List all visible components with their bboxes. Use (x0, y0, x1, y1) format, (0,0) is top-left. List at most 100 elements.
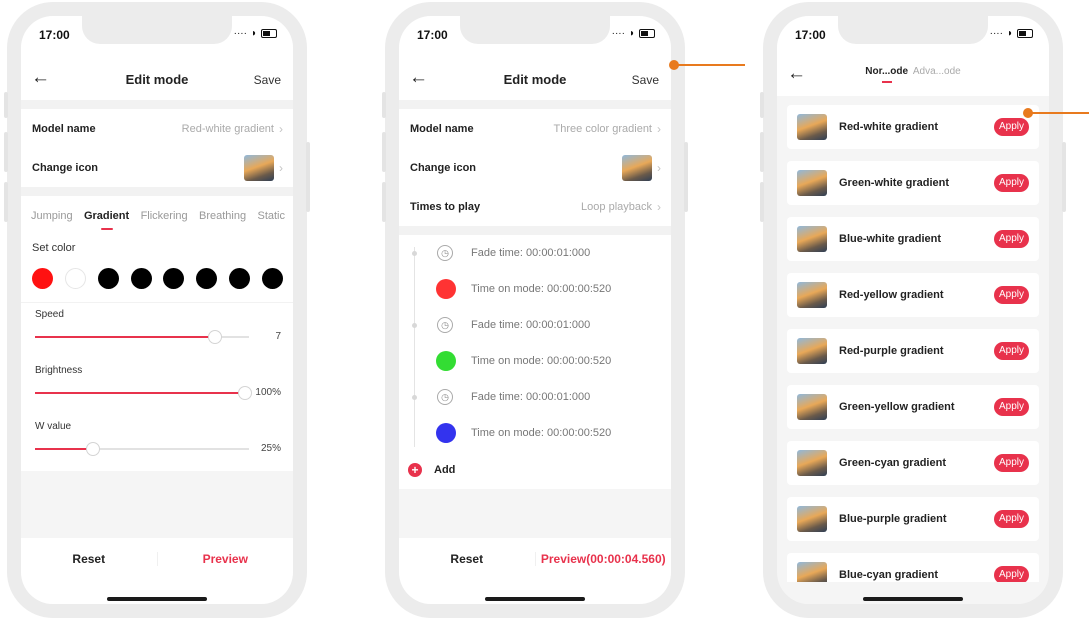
volume-down-button (4, 182, 8, 222)
brightness-value: 100% (255, 387, 281, 398)
screen: 17:00 ···· ◗ ← Edit mode Save Model name… (21, 16, 293, 604)
color-swatch[interactable] (261, 268, 283, 289)
home-indicator[interactable] (485, 597, 585, 601)
color-swatch[interactable] (64, 268, 86, 289)
home-indicator[interactable] (107, 597, 207, 601)
bottom-bar: Reset Preview(00:00:04.560) (399, 538, 671, 580)
chevron-right-icon: › (279, 160, 283, 175)
save-button[interactable]: Save (254, 73, 281, 87)
clock-icon: ◷ (437, 317, 453, 333)
slider-handle[interactable] (85, 442, 100, 456)
mode-list: Red-white gradient Apply Green-white gra… (777, 96, 1049, 604)
battery-icon (639, 29, 655, 38)
apply-button[interactable]: Apply (993, 398, 1029, 416)
mode-icon-thumbnail (244, 154, 274, 181)
fade-time-text: Fade time: 00:00:01:000 (471, 319, 591, 331)
mode-name: Red-white gradient (839, 121, 939, 133)
color-swatch[interactable] (97, 268, 119, 289)
add-row[interactable]: + Add (399, 451, 671, 489)
fade-time-row[interactable]: ◷ Fade time: 00:00:01:000 (399, 307, 671, 343)
times-to-play-row[interactable]: Times to play Loop playback › (399, 187, 671, 226)
timeline-node (412, 394, 417, 400)
wifi-icon: ◗ (250, 28, 257, 39)
mode-name: Green-cyan gradient (839, 457, 946, 469)
model-name-row[interactable]: Model name Red-white gradient › (21, 109, 293, 148)
tab-flickering[interactable]: Flickering (141, 210, 188, 222)
nav-bar: ← Edit mode Save (399, 60, 671, 100)
home-indicator[interactable] (863, 597, 963, 601)
color-dot[interactable] (436, 351, 456, 371)
status-bar: 17:00 ···· ◗ (21, 16, 293, 60)
apply-button[interactable]: Apply (993, 286, 1029, 304)
status-time: 17:00 (39, 28, 70, 42)
mode-item[interactable]: Green-white gradient Apply (787, 161, 1039, 205)
model-name-row[interactable]: Model name Three color gradient › (399, 109, 671, 148)
apply-button[interactable]: Apply (993, 454, 1029, 472)
status-time: 17:00 (417, 28, 448, 42)
apply-button[interactable]: Apply (993, 510, 1029, 528)
change-icon-row[interactable]: Change icon › (21, 148, 293, 187)
page-title: Edit mode (503, 72, 567, 87)
tab-advanced-mode[interactable]: Adva...ode (913, 66, 961, 77)
reset-button[interactable]: Reset (399, 552, 536, 566)
change-icon-row[interactable]: Change icon › (399, 148, 671, 187)
slider-handle[interactable] (207, 330, 222, 344)
preview-button[interactable]: Preview (158, 552, 294, 566)
save-button[interactable]: Save (632, 73, 659, 87)
mode-thumbnail (797, 114, 827, 140)
color-timeline: ◷ Fade time: 00:00:01:000 Time on mode: … (399, 235, 671, 489)
slider-handle[interactable] (237, 386, 252, 400)
reset-button[interactable]: Reset (21, 552, 158, 566)
bottom-bar: Reset Preview (21, 538, 293, 580)
power-button (684, 142, 688, 212)
mode-item[interactable]: Green-cyan gradient Apply (787, 441, 1039, 485)
fade-time-row[interactable]: ◷ Fade time: 00:00:01:000 (399, 379, 671, 415)
mode-item[interactable]: Blue-purple gradient Apply (787, 497, 1039, 541)
add-icon[interactable]: + (408, 463, 422, 477)
mode-item[interactable]: Red-white gradient Apply (787, 105, 1039, 149)
signal-icon: ···· (989, 28, 1003, 39)
color-dot[interactable] (436, 279, 456, 299)
color-swatch[interactable] (32, 268, 53, 289)
volume-up-button (382, 132, 386, 172)
signal-icon: ···· (611, 28, 625, 39)
w-value-value: 25% (260, 443, 281, 454)
apply-button[interactable]: Apply (993, 174, 1029, 192)
color-swatch[interactable] (130, 268, 152, 289)
time-on-row[interactable]: Time on mode: 00:00:00:520 (399, 415, 671, 451)
speed-track[interactable] (35, 330, 249, 344)
w-value-track[interactable] (35, 442, 249, 456)
mode-item[interactable]: Red-yellow gradient Apply (787, 273, 1039, 317)
timeline-node (412, 250, 417, 256)
apply-button[interactable]: Apply (993, 118, 1029, 136)
preview-button[interactable]: Preview(00:00:04.560) (536, 552, 672, 566)
color-swatch[interactable] (196, 268, 218, 289)
mode-item[interactable]: Red-purple gradient Apply (787, 329, 1039, 373)
nav-bar: ← Edit mode Save (21, 60, 293, 100)
color-swatch[interactable] (163, 268, 185, 289)
notch (82, 16, 232, 44)
color-swatch[interactable] (229, 268, 251, 289)
tab-jumping[interactable]: Jumping (31, 210, 73, 222)
tab-breathing[interactable]: Breathing (199, 210, 246, 222)
tab-static[interactable]: Static (257, 210, 285, 222)
brightness-track[interactable] (35, 386, 252, 400)
apply-button[interactable]: Apply (993, 230, 1029, 248)
color-dot[interactable] (436, 423, 456, 443)
tab-normal-mode[interactable]: Nor...ode (865, 66, 908, 77)
status-time: 17:00 (795, 28, 826, 42)
fade-time-row[interactable]: ◷ Fade time: 00:00:01:000 (399, 235, 671, 271)
mode-item[interactable]: Blue-white gradient Apply (787, 217, 1039, 261)
apply-button[interactable]: Apply (993, 342, 1029, 360)
time-on-row[interactable]: Time on mode: 00:00:00:520 (399, 343, 671, 379)
model-name-value: Red-white gradient (181, 122, 274, 135)
time-on-row[interactable]: Time on mode: 00:00:00:520 (399, 271, 671, 307)
tab-gradient[interactable]: Gradient (84, 210, 129, 222)
phone-edit-mode-timeline: 17:00 ···· ◗ ← Edit mode Save Model name… (382, 2, 688, 618)
set-color-label: Set color (32, 242, 76, 254)
speed-slider: Speed 7 (21, 303, 293, 359)
screen: 17:00 ···· ◗ ← Edit mode Save Model name… (399, 16, 671, 604)
chevron-right-icon: › (279, 121, 283, 136)
mode-item[interactable]: Green-yellow gradient Apply (787, 385, 1039, 429)
mode-thumbnail (797, 338, 827, 364)
